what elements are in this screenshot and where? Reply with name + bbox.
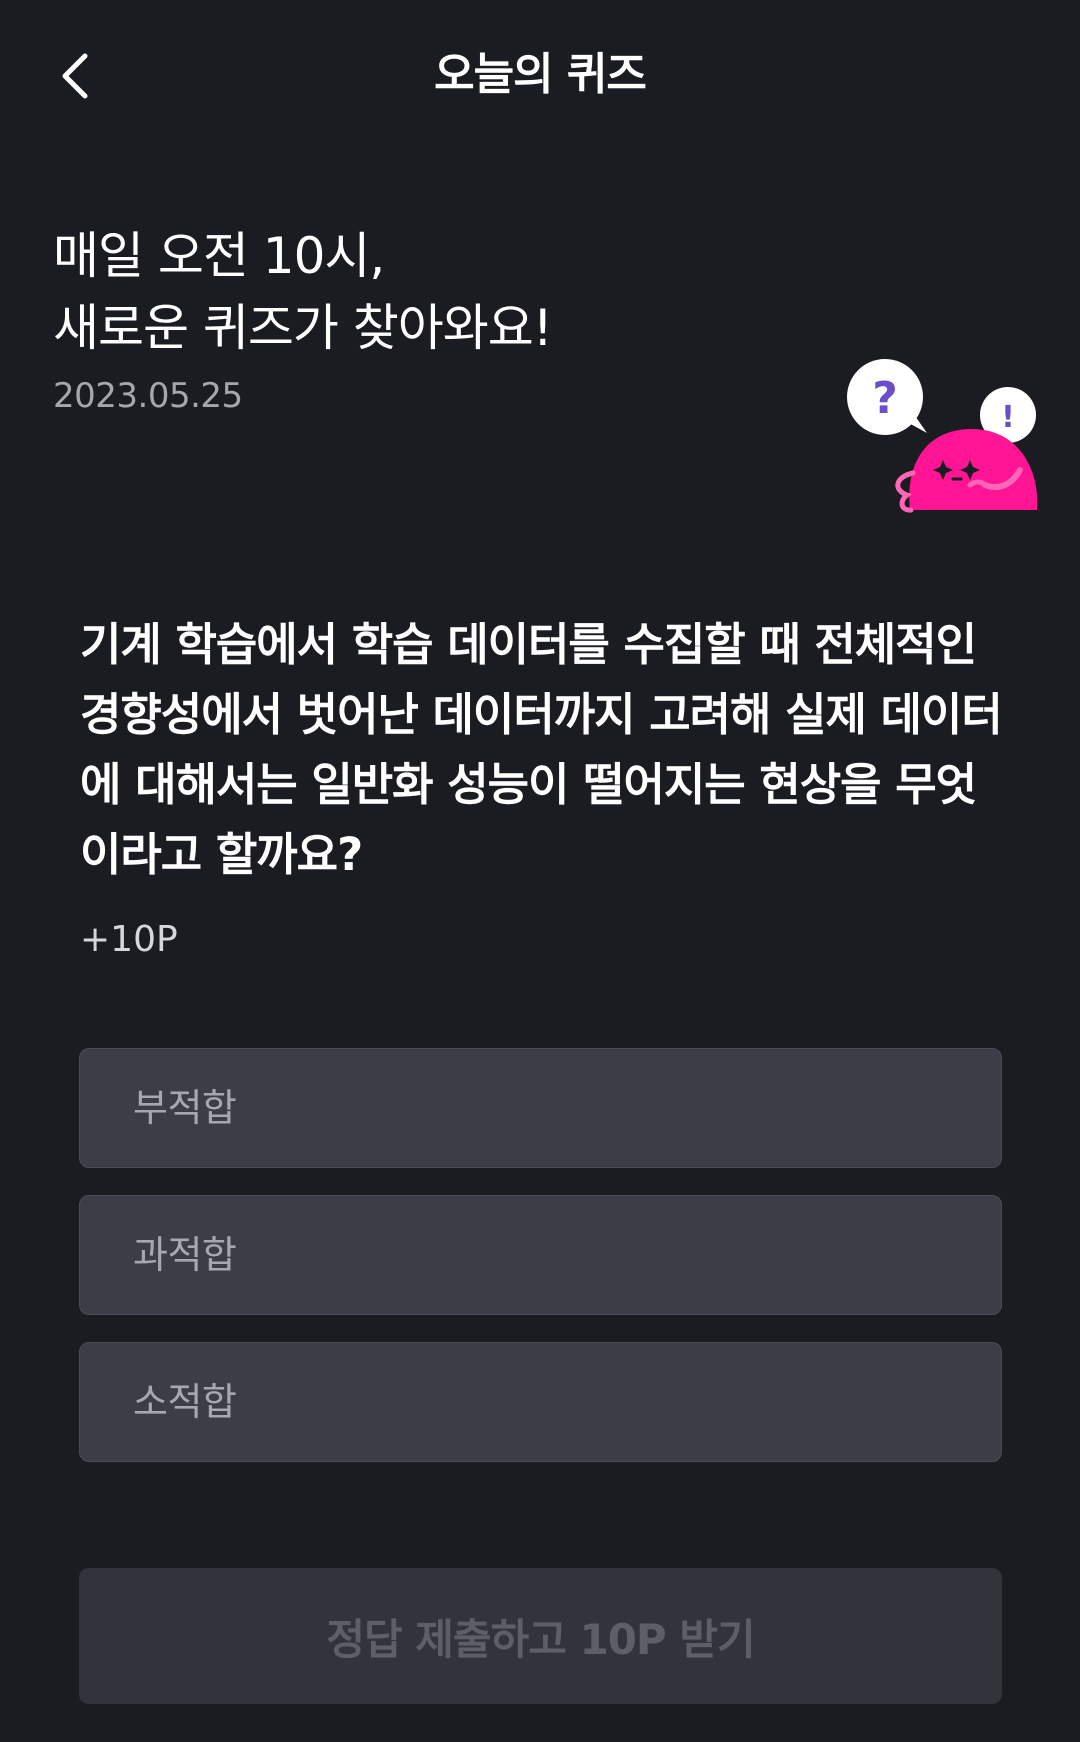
svg-text:?: ? <box>872 373 898 424</box>
answer-option-label: 부적합 <box>133 1086 237 1130</box>
submit-answer-label: 정답 제출하고 10P 받기 <box>326 1614 755 1664</box>
page-title: 오늘의 퀴즈 <box>434 49 647 100</box>
quiz-question: 기계 학습에서 학습 데이터를 수집할 때 전체적인 경향성에서 벗어난 데이터… <box>80 618 1003 881</box>
answer-option-2[interactable]: 과적합 <box>79 1195 1002 1315</box>
mascot-illustration: ? ! <box>847 359 1038 513</box>
answer-option-label: 소적합 <box>133 1380 237 1424</box>
quiz-date: 2023.05.25 <box>53 376 243 416</box>
submit-answer-button[interactable]: 정답 제출하고 10P 받기 <box>79 1568 1002 1704</box>
answer-option-3[interactable]: 소적합 <box>79 1342 1002 1462</box>
reward-points: +10P <box>80 919 178 960</box>
intro-line-1: 매일 오전 10시, <box>53 227 385 285</box>
question-bubble-icon: ? <box>847 359 927 435</box>
answer-option-label: 과적합 <box>133 1233 237 1277</box>
intro-line-2: 새로운 퀴즈가 찾아와요! <box>53 299 553 357</box>
header: 오늘의 퀴즈 <box>0 0 1080 150</box>
intro: 매일 오전 10시, 새로운 퀴즈가 찾아와요! 2023.05.25 <box>53 220 813 418</box>
svg-text:!: ! <box>1001 400 1015 435</box>
answer-option-1[interactable]: 부적합 <box>79 1048 1002 1168</box>
quiz-page: 오늘의 퀴즈 매일 오전 10시, 새로운 퀴즈가 찾아와요! 2023.05.… <box>0 0 1080 1742</box>
